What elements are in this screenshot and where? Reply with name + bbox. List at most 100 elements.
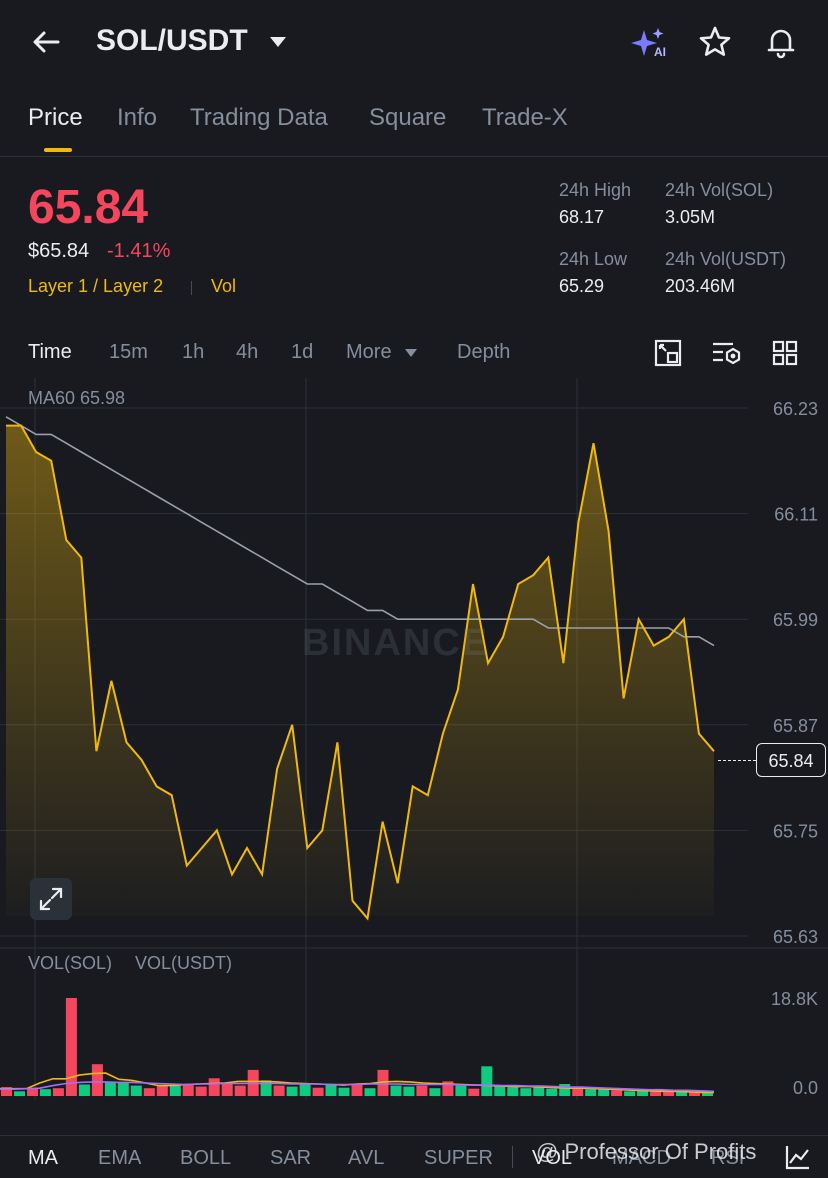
vol-usdt-label: 24h Vol(USDT)	[665, 249, 787, 269]
price-change: -1.41%	[107, 240, 171, 262]
current-price-line	[718, 760, 756, 761]
volume-bar	[65, 998, 77, 1096]
active-tab-indicator	[44, 148, 72, 152]
volume-bar	[416, 1085, 428, 1096]
volume-bar	[130, 1085, 142, 1096]
tag-layer[interactable]: Layer 1 / Layer 2	[28, 276, 163, 297]
tf-15m[interactable]: 15m	[109, 341, 148, 364]
vol-sol-legend: VOL(SOL)	[28, 953, 113, 973]
y-tick-label: 65.75	[773, 821, 818, 841]
price-chart[interactable]: 66.2366.1165.9965.8765.7565.6318.8K0.0 -…	[0, 378, 828, 1100]
tf-1h[interactable]: 1h	[182, 341, 204, 364]
more-dropdown-icon[interactable]	[404, 348, 418, 358]
tf-1d[interactable]: 1d	[291, 341, 313, 364]
volume-bar	[221, 1082, 233, 1096]
tab-square[interactable]: Square	[369, 104, 446, 132]
volume-bar	[52, 1088, 64, 1096]
volume-tick-label: 0.0	[793, 1078, 818, 1098]
back-arrow-icon[interactable]	[30, 26, 62, 58]
volume-bar	[429, 1088, 441, 1096]
volume-bar	[91, 1064, 103, 1096]
tf-more[interactable]: More	[346, 341, 392, 364]
tag-vol[interactable]: Vol	[211, 276, 236, 297]
volume-bar	[27, 1088, 38, 1096]
indicator-bar-divider	[0, 1135, 828, 1136]
volume-bar	[273, 1085, 285, 1096]
tab-price[interactable]: Price	[28, 104, 83, 132]
tab-trade-x[interactable]: Trade-X	[482, 104, 568, 132]
ma60-label: MA60 65.98	[28, 388, 126, 408]
volume-bar	[494, 1085, 506, 1096]
low-value: 65.29	[559, 276, 605, 296]
vol-usdt-value: 203.46M	[665, 276, 736, 296]
star-icon[interactable]	[697, 24, 733, 60]
volume-bar	[143, 1088, 155, 1096]
volume-bar	[468, 1088, 480, 1096]
ai-label: AI	[654, 45, 666, 59]
volume-bar	[533, 1087, 545, 1096]
volume-bar	[351, 1083, 363, 1096]
dropdown-triangle-icon[interactable]	[268, 35, 288, 49]
volume-bar	[546, 1088, 558, 1096]
vol-sol-value: 3.05M	[665, 207, 716, 227]
volume-bar	[585, 1089, 597, 1096]
indicator-super[interactable]: SUPER	[424, 1147, 493, 1170]
grid-layout-icon[interactable]	[771, 339, 799, 367]
high-label: 24h High	[559, 180, 632, 200]
volume-bar	[208, 1078, 220, 1096]
volume-bar	[78, 1084, 90, 1096]
expand-arrows-icon	[37, 885, 65, 913]
vol-sol-label: 24h Vol(SOL)	[665, 180, 774, 200]
vol-usdt-legend: VOL(USDT)	[135, 953, 233, 973]
low-label: 24h Low	[559, 249, 628, 269]
volume-bar	[520, 1088, 532, 1096]
price-area-fill	[6, 425, 714, 919]
indicator-avl[interactable]: AVL	[348, 1147, 384, 1170]
volume-bar	[364, 1088, 376, 1096]
ai-sparkle-icon[interactable]: AI	[630, 26, 670, 60]
expand-chart-button[interactable]	[30, 878, 72, 920]
usd-price: $65.84	[28, 240, 90, 262]
indicator-settings-icon[interactable]	[784, 1143, 812, 1171]
tag-divider	[191, 281, 192, 295]
volume-bar	[117, 1083, 129, 1096]
volume-bar	[39, 1089, 51, 1096]
indicator-sar[interactable]: SAR	[270, 1147, 311, 1170]
y-tick-label: 66.11	[774, 505, 818, 525]
volume-bar	[286, 1086, 298, 1096]
volume-bar	[325, 1084, 337, 1096]
indicator-ema[interactable]: EMA	[98, 1147, 141, 1170]
top-bar: SOL/USDT AI	[0, 0, 828, 88]
indicator-divider	[512, 1146, 513, 1168]
high-value: 68.17	[559, 207, 605, 227]
chart-settings-icon[interactable]	[711, 339, 743, 367]
volume-bar	[403, 1086, 415, 1096]
tf-4h[interactable]: 4h	[236, 341, 258, 364]
volume-bar	[299, 1083, 311, 1096]
binance-watermark: BINANCE	[302, 622, 490, 664]
volume-bar	[312, 1087, 324, 1096]
pair-title[interactable]: SOL/USDT	[96, 24, 248, 58]
tab-info[interactable]: Info	[117, 104, 157, 132]
current-price-tag: 65.84	[756, 743, 826, 777]
volume-bar	[507, 1087, 519, 1096]
tab-trading-data[interactable]: Trading Data	[190, 104, 328, 132]
volume-bar	[156, 1085, 168, 1096]
tf-time[interactable]: Time	[28, 341, 72, 364]
volume-bar	[234, 1085, 246, 1096]
credit-watermark: @ Professor Of Profits	[536, 1139, 757, 1164]
y-tick-label: 65.63	[773, 927, 818, 947]
tf-depth[interactable]: Depth	[457, 341, 510, 364]
y-tick-label: 65.99	[773, 610, 818, 630]
volume-bar	[390, 1085, 402, 1096]
volume-bar	[481, 1066, 493, 1096]
indicator-ma[interactable]: MA	[28, 1147, 58, 1170]
fullscreen-toggle-icon[interactable]	[654, 339, 682, 367]
volume-tick-label: 18.8K	[771, 989, 818, 1009]
bell-icon[interactable]	[763, 24, 799, 60]
y-tick-label: 65.87	[773, 716, 818, 736]
volume-bar	[14, 1091, 25, 1096]
volume-bar	[611, 1090, 623, 1096]
volume-bar	[559, 1084, 571, 1096]
indicator-boll[interactable]: BOLL	[180, 1147, 231, 1170]
